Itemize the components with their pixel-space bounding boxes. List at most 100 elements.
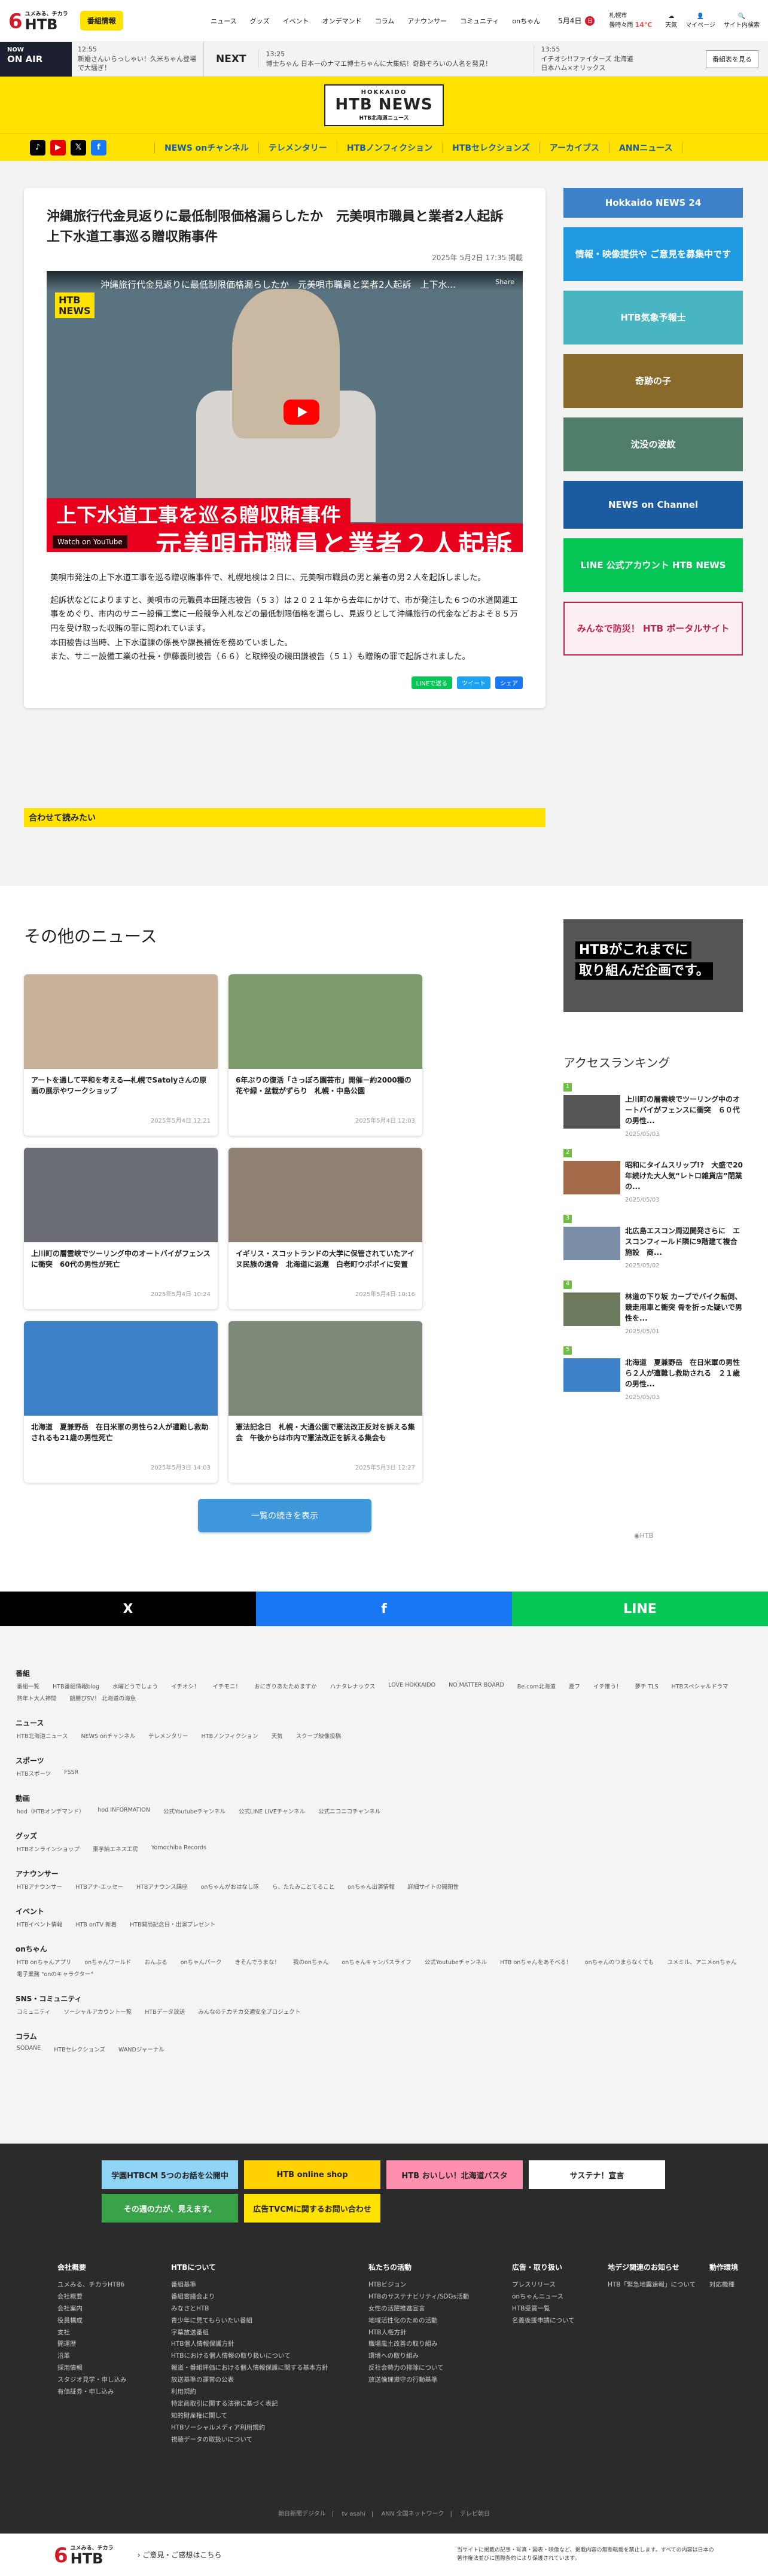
contact-link[interactable]: › ご意見・ご感想はこちら [138,2550,222,2560]
sitemap-link[interactable]: HTB onちゃんアプリ [17,1958,71,1966]
footer-link[interactable]: みなさとHTB [171,2303,368,2315]
footer-link[interactable]: 知的財産権に関して [171,2410,368,2422]
partner-link[interactable]: ANN 全国ネットワーク [382,2511,444,2517]
sitemap-link[interactable]: hod INFORMATION [97,1807,150,1815]
rail-banner-weather[interactable]: HTB気象予報士 [563,291,743,345]
sitemap-link[interactable]: onちゃんパーク [181,1958,222,1966]
top-nav-event[interactable]: イベント [283,16,309,26]
footer-link[interactable]: 会社概要 [57,2291,171,2303]
video-player[interactable]: 沖縄旅行代金見返りに最低制限価格漏らしたか 元美唄市職員と業者2人起訴 上下水.… [47,271,523,553]
partner-link[interactable]: テレビ朝日 [460,2511,490,2517]
footer-link[interactable]: HTB人権方針 [368,2327,512,2339]
sitemap-link[interactable]: 東芋納エネス工房 [93,1845,138,1853]
facebook-icon[interactable]: f [91,139,106,156]
sitemap-link[interactable]: イチオシ！ [171,1682,200,1690]
news-card[interactable]: アートを通して平和を考える―札幌でSatolyさんの原画の展示やワークショップ … [24,974,218,1136]
sitemap-link[interactable]: HTB開局記念日・出演プレゼント [130,1920,215,1928]
cat-nonfiction[interactable]: HTBノンフィクション [336,141,442,154]
footer-logo[interactable]: 6 ユメみる、チカラ HTB [54,2544,114,2566]
sitemap-link[interactable]: HTBアナウンス講座 [136,1882,188,1891]
rail-banner-news24[interactable]: Hokkaido NEWS 24 [563,188,743,218]
footer-link[interactable]: 採用情報 [57,2362,171,2374]
footer-link[interactable]: スタジオ見学・申し込み [57,2374,171,2386]
sitemap-link[interactable]: ら、たたみことてること [272,1882,334,1891]
rail-banner-chinbotsu[interactable]: 沈没の波紋 [563,417,743,471]
footer-link[interactable]: 名義後援申請について [512,2315,608,2327]
sitemap-link[interactable]: NEWS onチャンネル [81,1731,136,1740]
sitemap-link[interactable]: おにぎりあたためますか [254,1682,317,1690]
sitemap-link[interactable]: HTB onTV 新着 [75,1920,117,1928]
footer-link[interactable]: 地域活性化のための活動 [368,2315,512,2327]
footer-link[interactable]: 役員構成 [57,2315,171,2327]
sitemap-link[interactable]: HTBイベント情報 [17,1920,62,1928]
top-nav-community[interactable]: コミュニティ [460,16,499,26]
top-nav-ondemand[interactable]: オンデマンド [322,16,362,26]
search-icon[interactable]: 🔍 サイト内検索 [724,13,760,29]
ranking-item[interactable]: 1 上川町の層雲峡でツーリング中のオートバイがフェンスに衝突 ６０代の男性... 2… [563,1083,743,1143]
sitemap-link[interactable]: HTB番組情報blog [53,1682,99,1690]
sitemap-link[interactable]: 朗勝びSV！ 北海道の海魚 [70,1694,136,1702]
weather-icon[interactable]: ☁ 天気 [665,13,677,29]
sitemap-link[interactable]: 公式LINE LIVEチャンネル [239,1807,305,1815]
youtube-icon[interactable]: ▶ [50,139,66,156]
news-card[interactable]: 6年ぶりの復活「さっぽろ園芸市」開催－約2000種の花や緑・盆栽がずらり 札幌・… [228,974,422,1136]
footer-link[interactable]: HTBにおける個人情報の取り扱いについて [171,2351,368,2362]
ranking-item[interactable]: 4 林道の下り坂 カーブでバイク転倒、競走用車と衝突 骨を折った疑いで男性を...… [563,1281,743,1340]
sitemap-link[interactable]: ソーシャルアカウント一覧 [63,2007,132,2016]
sitemap-link[interactable]: onちゃんのつまらなくても [585,1958,654,1966]
top-nav-goods[interactable]: グッズ [250,16,270,26]
sitemap-link[interactable]: 電子業務 "onのキャラクター" [17,1970,93,1978]
sitemap-link[interactable]: HTB onちゃんをあそべる！ [500,1958,572,1966]
footer-link[interactable]: HTBのサステナビリティ/SDGs活動 [368,2291,512,2303]
ranking-item[interactable]: 3 北広島エスコン周辺開発さらに エスコンフィールド隣に9階建て複合施設 商...… [563,1215,743,1275]
rail-banner-line[interactable]: LINE 公式アカウント HTB NEWS [563,538,743,592]
rail-banner-news-on[interactable]: NEWS on Channel [563,481,743,529]
sitemap-link[interactable]: 我のonちゃん [293,1958,328,1966]
sitemap-link[interactable]: 熟年ト大人神間 [17,1694,57,1702]
sitemap-link[interactable]: ユメミル、アニメonちゃん [667,1958,736,1966]
footer-banner[interactable]: その週の力が、見えます。 [102,2194,238,2223]
news-card[interactable]: 上川町の層雲峡でツーリング中のオートバイがフェンスに衝突 60代の男性が死亡 2… [24,1148,218,1309]
sitemap-link[interactable]: 公式ニコニコチャンネル [318,1807,380,1815]
footer-link[interactable]: 開運歴 [57,2339,171,2351]
ranking-item[interactable]: 2 昭和にタイムスリップ!? 大盛で20年続けた大人気“レトロ雑貨店”閉業の...… [563,1149,743,1209]
footer-banner[interactable]: サステナ！宣言 [529,2160,665,2189]
sitemap-link[interactable]: Be.com北海道 [517,1682,556,1690]
sitemap-link[interactable]: HTBオンラインショップ [17,1845,80,1853]
sitemap-link[interactable]: hod（HTBオンデマンド） [17,1807,84,1815]
top-nav-column[interactable]: コラム [375,16,395,26]
footer-link[interactable]: 環境への取り組み [368,2351,512,2362]
partner-link[interactable]: tv asahi [342,2511,365,2517]
sitemap-link[interactable]: Yomochiba Records [151,1845,206,1853]
sitemap-link[interactable]: onちゃんキャンパスライフ [342,1958,411,1966]
weather-widget[interactable]: 札幌市 曇時々雨 14℃ [609,12,652,30]
sitemap-link[interactable]: コミュニティ [17,2007,50,2016]
footer-link[interactable]: 支社 [57,2327,171,2339]
sitemap-link[interactable]: イチ推う！ [593,1682,622,1690]
sitemap-link[interactable]: 水曜どうでしょう [112,1682,158,1690]
footer-link[interactable]: 利用規約 [171,2386,368,2398]
footer-link[interactable]: 字幕放送番組 [171,2327,368,2339]
now-program[interactable]: 12:55 新婚さんいらっしゃい！久米ちゃん登場で大騒ぎ！ [72,45,203,72]
sitemap-link[interactable]: SODANE [17,2045,41,2053]
line-share-icon[interactable]: LINE [512,1592,768,1626]
footer-banner[interactable]: HTB online shop [244,2160,380,2189]
footer-link[interactable]: 視聴データの取扱いについて [171,2434,368,2446]
footer-link[interactable]: 会社案内 [57,2303,171,2315]
video-share-button[interactable]: Share [495,278,514,286]
sitemap-link[interactable]: 公式Youtubeチャンネル [163,1807,225,1815]
sitemap-link[interactable]: NO MATTER BOARD [449,1682,504,1690]
htb-logo[interactable]: 6 ユメみる、チカラ HTB [8,10,68,32]
footer-link[interactable]: 放送基準の運営の公表 [171,2374,368,2386]
footer-link[interactable]: 有価証券・申し込み [57,2386,171,2398]
sitemap-link[interactable]: HTBデータ放送 [145,2007,185,2016]
footer-banner[interactable]: 学園HTBCM 5つのお話を公開中 [102,2160,238,2189]
line-share-button[interactable]: LINEで送る [411,676,452,689]
footer-link[interactable]: HTB「緊急地震速報」について [608,2279,709,2291]
footer-link[interactable]: 反社会勢力の排除について [368,2362,512,2374]
sitemap-link[interactable]: 天気 [272,1731,283,1740]
sitemap-link[interactable]: WANDジャーナル [118,2045,164,2053]
program-guide-button[interactable]: 番組表を見る [706,50,758,68]
footer-banner[interactable]: HTB おいしい！北海道バスタ [386,2160,523,2189]
news-card[interactable]: 北海道 夏兼野岳 在日米軍の男性ら2人が遭難し救助されるも21歳の男性死亡 20… [24,1321,218,1483]
